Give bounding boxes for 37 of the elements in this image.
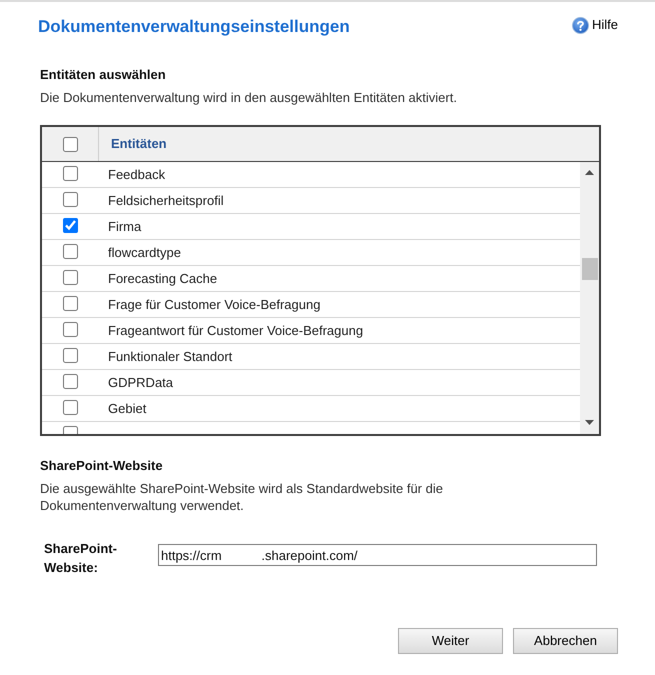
entity-name: Frageantwort für Customer Voice-Befragung — [107, 322, 364, 340]
section-description: Die Dokumentenverwaltung wird in den ausgewählten Entitäten aktiviert. — [40, 89, 458, 106]
scroll-down-icon[interactable] — [585, 420, 594, 425]
field-label: SharePoint-Website: — [44, 540, 118, 577]
entity-name: flowcardtype — [107, 244, 181, 262]
entity-name: Forecasting Cache — [107, 270, 218, 288]
row-checkbox[interactable] — [62, 218, 78, 232]
section-heading: Entitäten auswählen — [40, 66, 167, 84]
cancel-button[interactable]: Abbrechen — [513, 628, 618, 654]
column-header[interactable]: Entitäten — [99, 135, 167, 153]
entity-name: Firma — [107, 218, 142, 236]
entity-name: Frage für Customer Voice-Befragung — [107, 296, 320, 314]
entity-name: Feedback — [107, 166, 166, 184]
row-checkbox[interactable] — [62, 166, 78, 180]
row-checkbox[interactable] — [62, 192, 78, 206]
section-description: Die ausgewählte SharePoint-Website wird als Standardwebsite für die Dokumentenverwaltung verwendet. — [40, 480, 444, 514]
help-icon — [572, 16, 589, 34]
row-checkbox[interactable] — [62, 244, 78, 258]
scroll-up-icon[interactable] — [585, 170, 594, 175]
entity-name: Gebiet — [107, 400, 146, 418]
entity-name: Feldsicherheitsprofil — [107, 192, 224, 210]
help-link[interactable]: Hilfe — [572, 16, 618, 34]
row-checkbox[interactable] — [62, 374, 78, 388]
next-button[interactable]: Weiter — [398, 628, 503, 654]
dialog-title: Dokumentenverwaltungseinstellungen — [38, 16, 350, 38]
row-checkbox[interactable] — [62, 348, 78, 362]
entity-name: GDPRData — [107, 374, 174, 392]
entity-name: Funktionaler Standort — [107, 348, 232, 366]
section-heading: SharePoint-Website — [40, 457, 164, 475]
scrollbar-thumb[interactable] — [582, 258, 598, 280]
row-checkbox[interactable] — [62, 270, 78, 284]
row-checkbox[interactable] — [62, 322, 78, 336]
scrollbar[interactable] — [580, 162, 599, 434]
row-checkbox[interactable] — [62, 400, 78, 414]
row-checkbox[interactable] — [62, 296, 78, 310]
url-field[interactable]: https://crm .sharepoint.com/ — [158, 544, 597, 566]
select-all-checkbox[interactable] — [62, 136, 78, 152]
